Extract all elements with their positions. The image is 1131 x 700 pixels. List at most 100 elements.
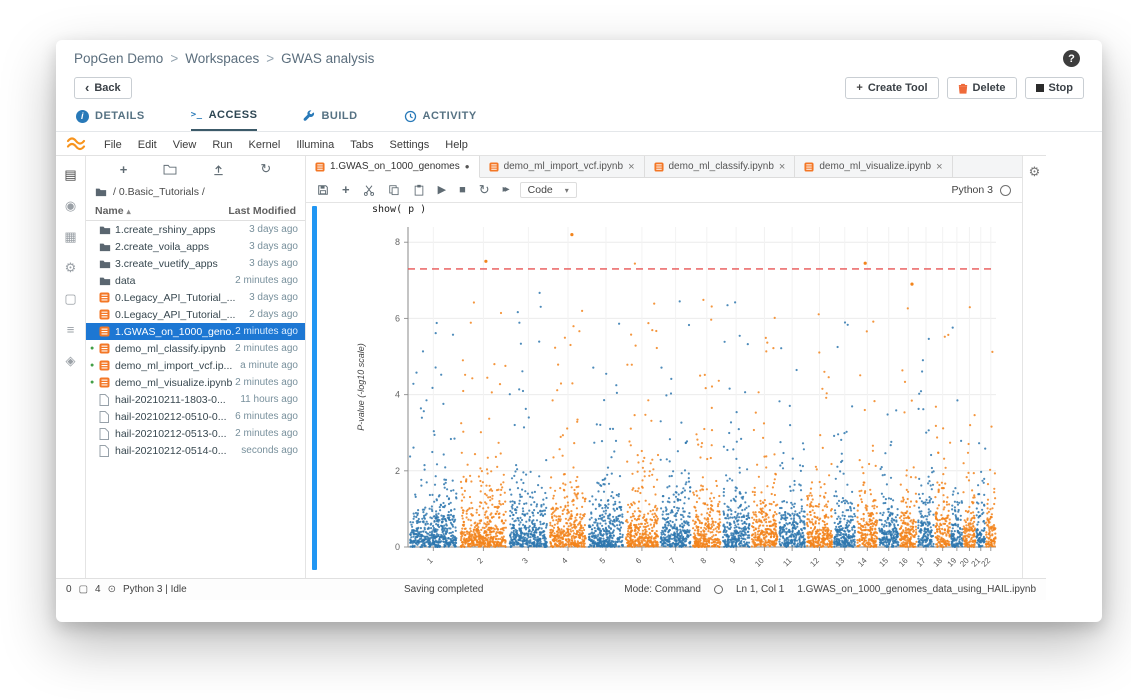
doc-tab[interactable]: demo_ml_import_vcf.ipynb× — [480, 156, 645, 177]
kernel-count[interactable]: 4 — [95, 584, 101, 595]
doc-tab[interactable]: demo_ml_visualize.ipynb× — [795, 156, 952, 177]
breadcrumb-item[interactable]: Workspaces — [185, 51, 259, 66]
restart-run-all-icon[interactable]: ▸▸ — [503, 184, 507, 196]
file-row[interactable]: hail-20210212-0513-0...2 minutes ago — [86, 425, 305, 442]
cell-type-dropdown[interactable]: Code▾ — [520, 182, 577, 198]
svg-text:2: 2 — [475, 556, 485, 566]
new-launcher-icon[interactable]: + — [120, 162, 128, 177]
file-row[interactable]: ●demo_ml_import_vcf.ip...a minute ago — [86, 357, 305, 374]
insert-cell-icon[interactable]: + — [342, 184, 350, 196]
property-inspector-icon[interactable]: ⚙ — [65, 261, 77, 275]
file-row[interactable]: hail-20210212-0514-0...seconds ago — [86, 442, 305, 459]
upload-icon[interactable] — [212, 163, 225, 176]
file-row[interactable]: 2.create_voila_apps3 days ago — [86, 238, 305, 255]
delete-button[interactable]: Delete — [947, 77, 1017, 99]
menu-view[interactable]: View — [165, 136, 205, 154]
stop-button[interactable]: Stop — [1025, 77, 1084, 99]
active-cell-indicator[interactable] — [312, 206, 317, 570]
file-row[interactable]: 0.Legacy_API_Tutorial_...2 days ago — [86, 306, 305, 323]
menu-help[interactable]: Help — [437, 136, 476, 154]
menu-illumina[interactable]: Illumina — [288, 136, 342, 154]
table-of-contents-icon[interactable]: ≡ — [67, 323, 75, 337]
interrupt-icon[interactable]: ■ — [459, 184, 466, 196]
svg-text:18: 18 — [931, 556, 944, 569]
tab-details[interactable]: i DETAILS — [76, 106, 145, 131]
dirty-indicator-icon[interactable]: ● — [465, 162, 470, 171]
mode-indicator-icon — [714, 585, 723, 594]
tab-access[interactable]: >_ ACCESS — [191, 106, 258, 131]
notebook-toolbar: + ▶ ■ ↻ ▸▸ Code▾ Python 3 — [306, 178, 1022, 203]
menu-kernel[interactable]: Kernel — [241, 136, 289, 154]
tab-label: ACCESS — [209, 109, 258, 121]
paste-icon[interactable] — [413, 184, 425, 196]
left-sidebar-rail: ▤ ◉ ▦ ⚙ ▢ ≡ ◈ — [56, 156, 86, 578]
file-browser-path[interactable]: / 0.Basic_Tutorials / — [86, 182, 305, 202]
restart-kernel-icon[interactable]: ↻ — [479, 184, 490, 196]
new-folder-icon[interactable] — [163, 164, 177, 175]
file-name: 1.create_rshiny_apps — [115, 224, 249, 236]
cursor-position[interactable]: Ln 1, Col 1 — [736, 584, 784, 595]
svg-text:12: 12 — [808, 556, 821, 569]
copy-icon[interactable] — [388, 184, 400, 196]
file-row[interactable]: hail-20210212-0510-0...6 minutes ago — [86, 408, 305, 425]
create-tool-button[interactable]: +Create Tool — [845, 77, 938, 99]
file-row[interactable]: data2 minutes ago — [86, 272, 305, 289]
manhattan-plot: 0246812345678910111213141516171819202122… — [350, 219, 1005, 578]
cell-source-code[interactable]: show( p ) — [372, 204, 426, 215]
file-row[interactable]: ●demo_ml_visualize.ipynb2 minutes ago — [86, 374, 305, 391]
file-modified: a minute ago — [240, 360, 298, 371]
modified-column-header[interactable]: Last Modified — [228, 205, 296, 217]
close-icon[interactable]: × — [779, 161, 785, 173]
breadcrumb-item[interactable]: PopGen Demo — [74, 51, 163, 66]
file-row[interactable]: 0.Legacy_API_Tutorial_...3 days ago — [86, 289, 305, 306]
menu-tabs[interactable]: Tabs — [342, 136, 381, 154]
gear-icon[interactable]: ⚙ — [1029, 164, 1041, 179]
file-row[interactable]: 1.GWAS_on_1000_geno...2 minutes ago — [86, 323, 305, 340]
sort-caret-icon: ▴ — [127, 207, 131, 216]
kernel-name[interactable]: Python 3 — [952, 184, 993, 196]
file-modified: 2 days ago — [249, 309, 298, 320]
menu-edit[interactable]: Edit — [130, 136, 165, 154]
close-icon[interactable]: × — [628, 161, 634, 173]
running-sessions-icon[interactable]: ◉ — [65, 199, 76, 213]
file-row[interactable]: 3.create_vuetify_apps3 days ago — [86, 255, 305, 272]
file-row[interactable]: 1.create_rshiny_apps3 days ago — [86, 221, 305, 238]
file-list: 1.create_rshiny_apps3 days ago2.create_v… — [86, 221, 305, 578]
open-tabs-icon[interactable]: ▢ — [64, 292, 76, 306]
refresh-icon[interactable]: ↻ — [260, 161, 271, 177]
document-tabbar: 1.GWAS_on_1000_genomes●demo_ml_import_vc… — [306, 156, 1022, 178]
back-button[interactable]: ‹Back — [74, 77, 132, 99]
jupyter-content: ▤◉▦⚙▢≡◈ + ↻ / 0.Basic_Tutorials / Name▴ … — [56, 156, 1046, 578]
menu-run[interactable]: Run — [204, 136, 240, 154]
terminal-count[interactable]: 0 — [66, 584, 72, 595]
doc-tab[interactable]: 1.GWAS_on_1000_genomes● — [306, 156, 480, 178]
save-icon[interactable] — [317, 184, 329, 196]
notebook-icon — [315, 162, 325, 172]
file-browser-icon[interactable]: ▤ — [64, 168, 76, 182]
help-icon[interactable]: ? — [1063, 50, 1080, 67]
name-column-header[interactable]: Name▴ — [95, 205, 228, 217]
folder-icon — [99, 242, 115, 252]
svg-text:16: 16 — [897, 556, 910, 569]
command-palette-icon[interactable]: ▦ — [64, 230, 76, 244]
file-row[interactable]: hail-20210211-1803-0...11 hours ago — [86, 391, 305, 408]
current-path: / 0.Basic_Tutorials / — [113, 186, 205, 198]
file-row[interactable]: ●demo_ml_classify.ipynb2 minutes ago — [86, 340, 305, 357]
run-icon[interactable]: ▶ — [438, 184, 446, 196]
running-indicator: ● — [90, 362, 99, 369]
file-name: hail-20210211-1803-0... — [115, 394, 240, 406]
cell-output: 0246812345678910111213141516171819202122… — [350, 219, 1005, 578]
extension-manager-icon[interactable]: ◈ — [66, 354, 76, 368]
kernel-status-text[interactable]: Python 3 | Idle — [123, 584, 187, 595]
menu-file[interactable]: File — [96, 136, 130, 154]
file-modified: 6 minutes ago — [235, 411, 298, 422]
cut-icon[interactable] — [363, 184, 375, 196]
close-icon[interactable]: × — [936, 161, 942, 173]
doc-tab[interactable]: demo_ml_classify.ipynb× — [645, 156, 796, 177]
running-indicator: ● — [90, 379, 99, 386]
tab-activity[interactable]: ACTIVITY — [404, 106, 477, 131]
menu-settings[interactable]: Settings — [382, 136, 438, 154]
svg-text:3: 3 — [520, 556, 530, 566]
editor-mode[interactable]: Mode: Command — [624, 584, 701, 595]
tab-build[interactable]: BUILD — [303, 106, 357, 131]
